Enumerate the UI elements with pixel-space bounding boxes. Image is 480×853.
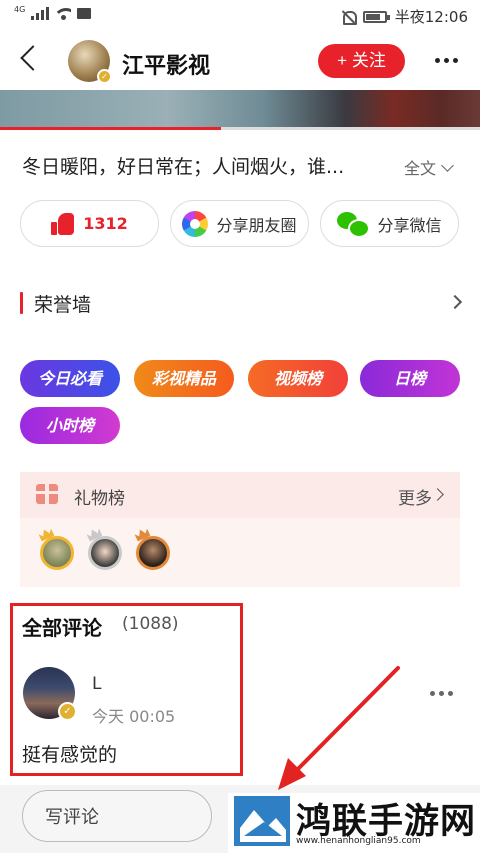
mute-icon (341, 9, 357, 25)
section-accent-bar (20, 292, 23, 314)
badge-today-must-watch[interactable]: 今日必看 (20, 360, 120, 397)
more-icon[interactable] (435, 58, 458, 63)
clock: 半夜12:06 (394, 8, 468, 26)
gift-rank-avatar-1[interactable] (40, 536, 74, 570)
badge-featured[interactable]: 彩视精品 (134, 360, 234, 397)
like-button[interactable]: 1312 (20, 200, 159, 247)
network-type: 4G (14, 4, 26, 14)
thumbs-up-icon (51, 212, 75, 235)
gift-board-header[interactable]: 礼物榜 更多 (20, 472, 460, 518)
watermark-url: www.henanhonglian95.com (296, 836, 421, 846)
channel-avatar[interactable]: ✓ (68, 40, 112, 84)
gift-rank-avatar-2[interactable] (88, 536, 122, 570)
gift-board: 礼物榜 更多 (20, 472, 460, 587)
commenter-name[interactable]: L (92, 674, 101, 694)
watermark: 鸿联手游网 www.henanhonglian95.com (228, 793, 480, 853)
chevron-right-icon (447, 294, 463, 310)
comment-more-icon[interactable] (430, 691, 453, 696)
header: ✓ 江平影视 + 关注 (0, 32, 480, 90)
video-player[interactable] (0, 90, 480, 130)
wifi-icon (55, 7, 72, 20)
follow-button[interactable]: + 关注 (318, 44, 405, 78)
share-wechat-label: 分享微信 (377, 215, 442, 235)
watermark-logo-icon (234, 796, 290, 846)
expand-description-button[interactable]: 全文 (404, 155, 454, 179)
badge-hourly-ranking[interactable]: 小时榜 (20, 407, 120, 444)
comments-title: 全部评论 (22, 616, 102, 640)
honor-wall-title: 荣誉墙 (34, 294, 92, 316)
gift-board-title: 礼物榜 (74, 489, 125, 509)
badge-daily-ranking[interactable]: 日榜 (360, 360, 460, 397)
comment-time: 今天 00:05 (92, 707, 176, 726)
share-moments-button[interactable]: 分享朋友圈 (170, 200, 309, 247)
gift-rank-avatar-3[interactable] (136, 536, 170, 570)
battery-icon (362, 10, 390, 23)
channel-title[interactable]: 江平影视 (122, 48, 210, 80)
signal-icon (31, 7, 50, 20)
expand-label: 全文 (404, 159, 437, 178)
verified-icon: ✓ (58, 702, 77, 721)
comments-count: (1088) (122, 614, 179, 634)
gift-icon (36, 484, 58, 504)
commenter-avatar[interactable]: ✓ (23, 667, 77, 721)
mail-icon (77, 8, 92, 19)
chevron-right-icon (431, 488, 444, 501)
chevron-down-icon (441, 158, 454, 172)
status-bar: 4G 半夜12:06 (0, 0, 480, 32)
video-progress-fill (0, 127, 221, 130)
verified-icon: ✓ (97, 69, 112, 84)
wechat-icon (337, 211, 371, 238)
like-count: 1312 (83, 214, 128, 233)
gift-more-link[interactable]: 更多 (398, 484, 432, 509)
moments-icon (182, 210, 209, 237)
back-icon[interactable] (20, 45, 46, 71)
share-moments-label: 分享朋友圈 (216, 215, 297, 235)
comment-text: 挺有感觉的 (22, 744, 118, 766)
video-description: 冬日暖阳，好日常在；人间烟火，谁... (22, 156, 345, 178)
write-comment-button[interactable]: 写评论 (22, 790, 212, 842)
share-wechat-button[interactable]: 分享微信 (320, 200, 459, 247)
badge-video-ranking[interactable]: 视频榜 (248, 360, 348, 397)
honor-wall-row[interactable]: 荣誉墙 (0, 288, 480, 320)
